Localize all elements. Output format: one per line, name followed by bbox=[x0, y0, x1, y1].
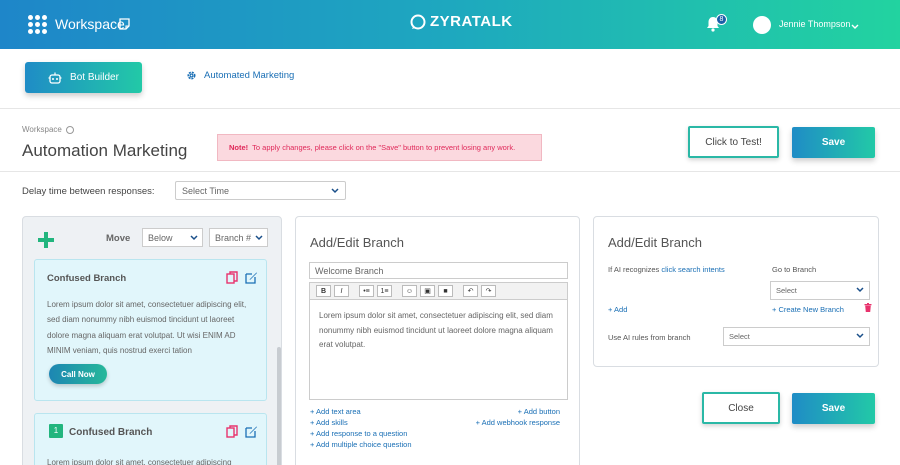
use-ai-rules-select[interactable]: Select bbox=[723, 327, 870, 346]
delay-time-value: Select Time bbox=[182, 185, 230, 196]
top-bar: Workspace ZYRATALK 8 Jennie Thompson bbox=[0, 0, 900, 49]
note-icon[interactable] bbox=[119, 18, 130, 33]
page-title: Automation Marketing bbox=[22, 141, 188, 160]
notice-text: To apply changes, please click on the "S… bbox=[252, 143, 516, 152]
search-intents-link[interactable]: click search intents bbox=[661, 265, 724, 274]
emoji-icon[interactable]: ☺ bbox=[402, 285, 417, 297]
breadcrumb-workspace[interactable]: Workspace bbox=[22, 125, 62, 134]
go-to-branch-label: Go to Branch bbox=[772, 265, 817, 274]
branch-list-panel: Move Below Branch # Confused Branch Lore… bbox=[22, 216, 282, 465]
add-links-right: + Add button + Add webhook response bbox=[476, 406, 560, 428]
go-to-branch-value: Select bbox=[776, 286, 797, 295]
chevron-down-icon bbox=[856, 332, 864, 341]
move-label: Move bbox=[106, 233, 131, 244]
add-multiple-choice-link[interactable]: + Add multiple choice question bbox=[310, 439, 412, 450]
editor-toolbar: B I •≡ 1≡ ☺ ▣ ■ ↶ ↷ bbox=[310, 283, 567, 300]
undo-icon[interactable]: ↶ bbox=[463, 285, 478, 297]
gear-icon bbox=[187, 71, 196, 80]
branch-card-text: Lorem ipsum dolor sit amet, consectetuer… bbox=[47, 458, 232, 465]
bold-button[interactable]: B bbox=[316, 285, 331, 297]
branch-name-input[interactable]: Welcome Branch bbox=[309, 262, 568, 279]
sub-nav: Bot Builder Automated Marketing bbox=[0, 49, 900, 109]
bot-builder-label: Bot Builder bbox=[70, 72, 119, 83]
close-button[interactable]: Close bbox=[702, 392, 780, 424]
branch-card[interactable]: 1 Confused Branch Lorem ipsum dolor sit … bbox=[34, 413, 267, 465]
save-button[interactable]: Save bbox=[792, 127, 875, 158]
call-now-button[interactable]: Call Now bbox=[49, 364, 107, 384]
numbered-list-icon[interactable]: 1≡ bbox=[377, 285, 392, 297]
panel-title: Add/Edit Branch bbox=[310, 235, 404, 250]
avatar[interactable] bbox=[753, 16, 771, 34]
divider bbox=[0, 171, 900, 172]
add-response-link[interactable]: + Add response to a question bbox=[310, 428, 412, 439]
edit-icon[interactable] bbox=[245, 425, 258, 441]
chevron-down-icon bbox=[255, 233, 263, 243]
test-button[interactable]: Click to Test! bbox=[688, 126, 779, 158]
branch-card-title: Confused Branch bbox=[47, 273, 127, 284]
branch-card-text: Lorem ipsum dolor sit amet, consectetuer… bbox=[47, 300, 247, 355]
ai-recognizes-label: If AI recognizes bbox=[608, 265, 660, 274]
go-to-branch-select[interactable]: Select bbox=[770, 281, 870, 300]
add-branch-icon[interactable] bbox=[37, 231, 55, 252]
scrollbar[interactable] bbox=[277, 347, 281, 465]
save-branch-button[interactable]: Save bbox=[792, 393, 875, 424]
copy-icon[interactable] bbox=[226, 425, 238, 441]
tab-automated-marketing[interactable]: Automated Marketing bbox=[186, 70, 294, 81]
trash-icon[interactable] bbox=[864, 303, 872, 315]
app-grid-icon[interactable] bbox=[28, 15, 47, 34]
add-button-link[interactable]: + Add button bbox=[476, 406, 560, 417]
italic-button[interactable]: I bbox=[334, 285, 349, 297]
add-skills-link[interactable]: + Add skills bbox=[310, 417, 412, 428]
breadcrumb: Workspace bbox=[22, 125, 74, 134]
user-name[interactable]: Jennie Thompson bbox=[779, 19, 850, 29]
use-ai-rules-value: Select bbox=[729, 332, 750, 341]
add-links-left: + Add text area + Add skills + Add respo… bbox=[310, 406, 412, 450]
video-icon[interactable]: ■ bbox=[438, 285, 453, 297]
notice-label: Note! bbox=[229, 143, 249, 152]
copy-icon[interactable] bbox=[226, 271, 238, 287]
use-ai-rules-label: Use AI rules from branch bbox=[608, 333, 691, 342]
panel-title: Add/Edit Branch bbox=[608, 235, 702, 250]
save-notice: Note! To apply changes, please click on … bbox=[217, 134, 542, 161]
info-icon[interactable] bbox=[65, 125, 74, 134]
edit-icon[interactable] bbox=[245, 271, 258, 287]
ai-recognizes-text: If AI recognizes click search intents bbox=[608, 265, 725, 274]
bullet-list-icon[interactable]: •≡ bbox=[359, 285, 374, 297]
image-icon[interactable]: ▣ bbox=[420, 285, 435, 297]
edit-branch-panel: Add/Edit Branch Welcome Branch B I •≡ 1≡… bbox=[295, 216, 580, 465]
delay-time-select[interactable]: Select Time bbox=[175, 181, 346, 200]
editor-content[interactable]: Lorem ipsum dolor sit amet, consectetuer… bbox=[319, 309, 559, 353]
add-rule-link[interactable]: + Add bbox=[608, 305, 627, 314]
chevron-down-icon bbox=[190, 233, 198, 243]
add-webhook-link[interactable]: + Add webhook response bbox=[476, 417, 560, 428]
tab-automated-marketing-label: Automated Marketing bbox=[204, 70, 295, 81]
ai-rules-panel: Add/Edit Branch If AI recognizes click s… bbox=[593, 216, 879, 367]
notification-badge: 8 bbox=[716, 14, 727, 25]
robot-icon bbox=[48, 72, 62, 84]
branch-number-select[interactable]: Branch # bbox=[209, 228, 268, 247]
logo-mark-icon bbox=[410, 14, 426, 29]
delay-label: Delay time between responses: bbox=[22, 186, 155, 197]
chevron-down-icon[interactable] bbox=[851, 21, 859, 33]
logo-text: ZYRATALK bbox=[430, 13, 513, 30]
move-position-select[interactable]: Below bbox=[142, 228, 203, 247]
add-text-area-link[interactable]: + Add text area bbox=[310, 406, 412, 417]
zyratalk-logo: ZYRATALK bbox=[410, 13, 513, 30]
rich-text-editor[interactable]: B I •≡ 1≡ ☺ ▣ ■ ↶ ↷ Lorem ipsum dolor si… bbox=[309, 282, 568, 400]
branch-number-badge: 1 bbox=[49, 424, 63, 438]
chevron-down-icon bbox=[856, 286, 864, 295]
branch-card-title: Confused Branch bbox=[69, 427, 153, 438]
chevron-down-icon bbox=[331, 186, 339, 196]
redo-icon[interactable]: ↷ bbox=[481, 285, 496, 297]
branch-number-value: Branch # bbox=[215, 232, 252, 243]
bot-builder-button[interactable]: Bot Builder bbox=[25, 62, 142, 93]
create-new-branch-link[interactable]: + Create New Branch bbox=[772, 305, 844, 314]
move-position-value: Below bbox=[148, 232, 173, 243]
branch-card[interactable]: Confused Branch Lorem ipsum dolor sit am… bbox=[34, 259, 267, 401]
workspace-title: Workspace bbox=[55, 16, 125, 32]
